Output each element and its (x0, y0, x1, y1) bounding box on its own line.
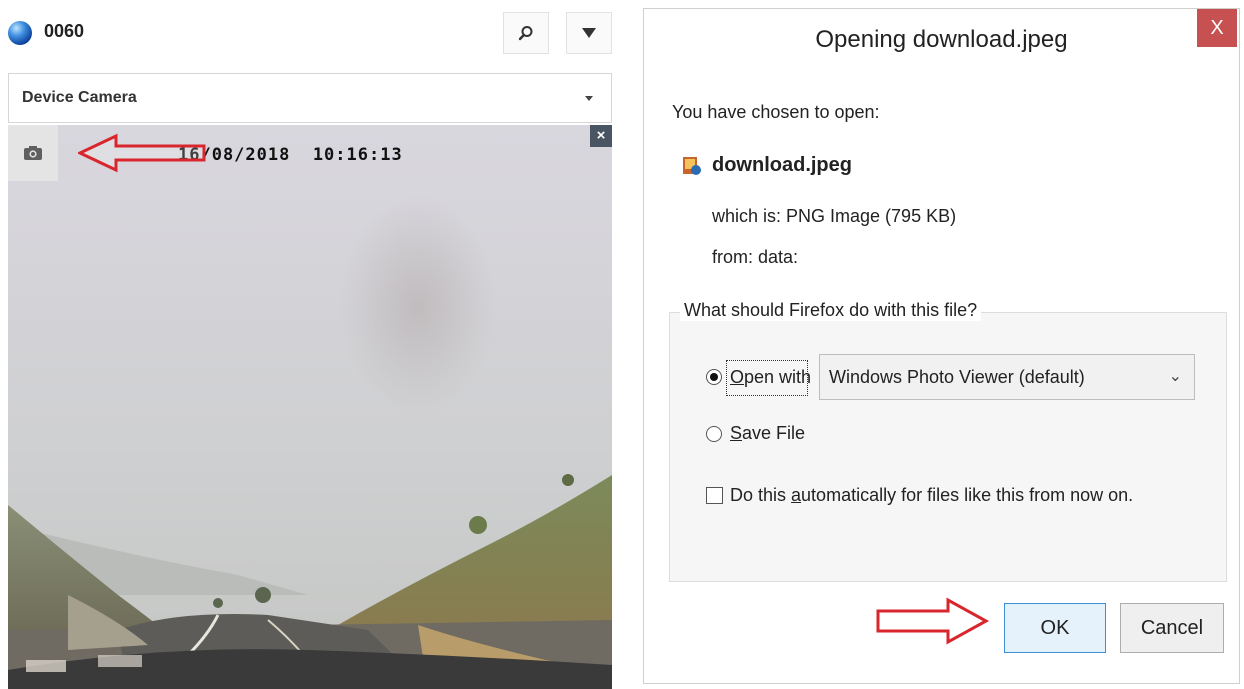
open-with-radio[interactable] (706, 369, 722, 385)
save-file-label[interactable]: Save File (730, 423, 805, 444)
open-with-app-select[interactable]: Windows Photo Viewer (default) ⌄ (819, 354, 1195, 400)
red-arrow-icon (876, 597, 990, 645)
menu-button[interactable] (566, 12, 612, 54)
ok-button[interactable]: OK (1004, 603, 1106, 653)
chevron-down-icon (585, 96, 593, 101)
search-button[interactable] (503, 12, 549, 54)
open-with-accel: O (730, 367, 745, 387)
camera-source-select[interactable]: Device Camera (8, 73, 612, 123)
file-name: download.jpeg (712, 154, 852, 176)
snapshot-button[interactable] (8, 125, 58, 181)
auto-checkbox[interactable] (706, 487, 723, 504)
save-file-accel: S (730, 423, 743, 443)
save-file-rest: ave File (742, 423, 806, 443)
dialog-title: Opening download.jpeg (815, 26, 1068, 53)
lens-smudge (338, 195, 498, 415)
dialog-close-button[interactable]: X (1197, 9, 1237, 47)
image-file-icon (683, 157, 701, 175)
file-source: from: data: (712, 247, 799, 267)
device-id: 0060 (44, 21, 85, 41)
open-with-app-value: Windows Photo Viewer (default) (829, 367, 1085, 387)
cancel-button[interactable]: Cancel (1120, 603, 1224, 653)
search-icon (518, 26, 533, 41)
device-panel: 0060 Device Camera 16/08/2018 10:16:13 × (0, 0, 622, 689)
device-header: 0060 (0, 0, 622, 62)
camera-scene (8, 125, 612, 689)
save-file-radio[interactable] (706, 426, 722, 442)
camera-source-value: Device Camera (22, 89, 137, 106)
action-group: What should Firefox do with this file? (669, 300, 1227, 582)
video-timestamp: 16/08/2018 10:16:13 (178, 145, 403, 165)
triangle-down-icon (582, 28, 596, 38)
download-dialog: Opening download.jpeg X You have chosen … (643, 8, 1240, 684)
camera-icon (24, 146, 42, 160)
intro-text: You have chosen to open: (672, 102, 880, 122)
open-with-label[interactable]: Open with (730, 367, 811, 388)
chevron-down-icon: ⌄ (1168, 368, 1182, 385)
action-question: What should Firefox do with this file? (680, 300, 982, 321)
red-arrow-icon (78, 133, 206, 173)
close-feed-button[interactable]: × (590, 125, 612, 147)
camera-feed: 16/08/2018 10:16:13 × (8, 125, 612, 689)
open-with-rest: pen with (744, 367, 812, 387)
auto-label[interactable]: Do this automatically for files like thi… (730, 485, 1133, 506)
file-type: which is: PNG Image (795 KB) (712, 206, 957, 226)
globe-icon (8, 21, 32, 45)
